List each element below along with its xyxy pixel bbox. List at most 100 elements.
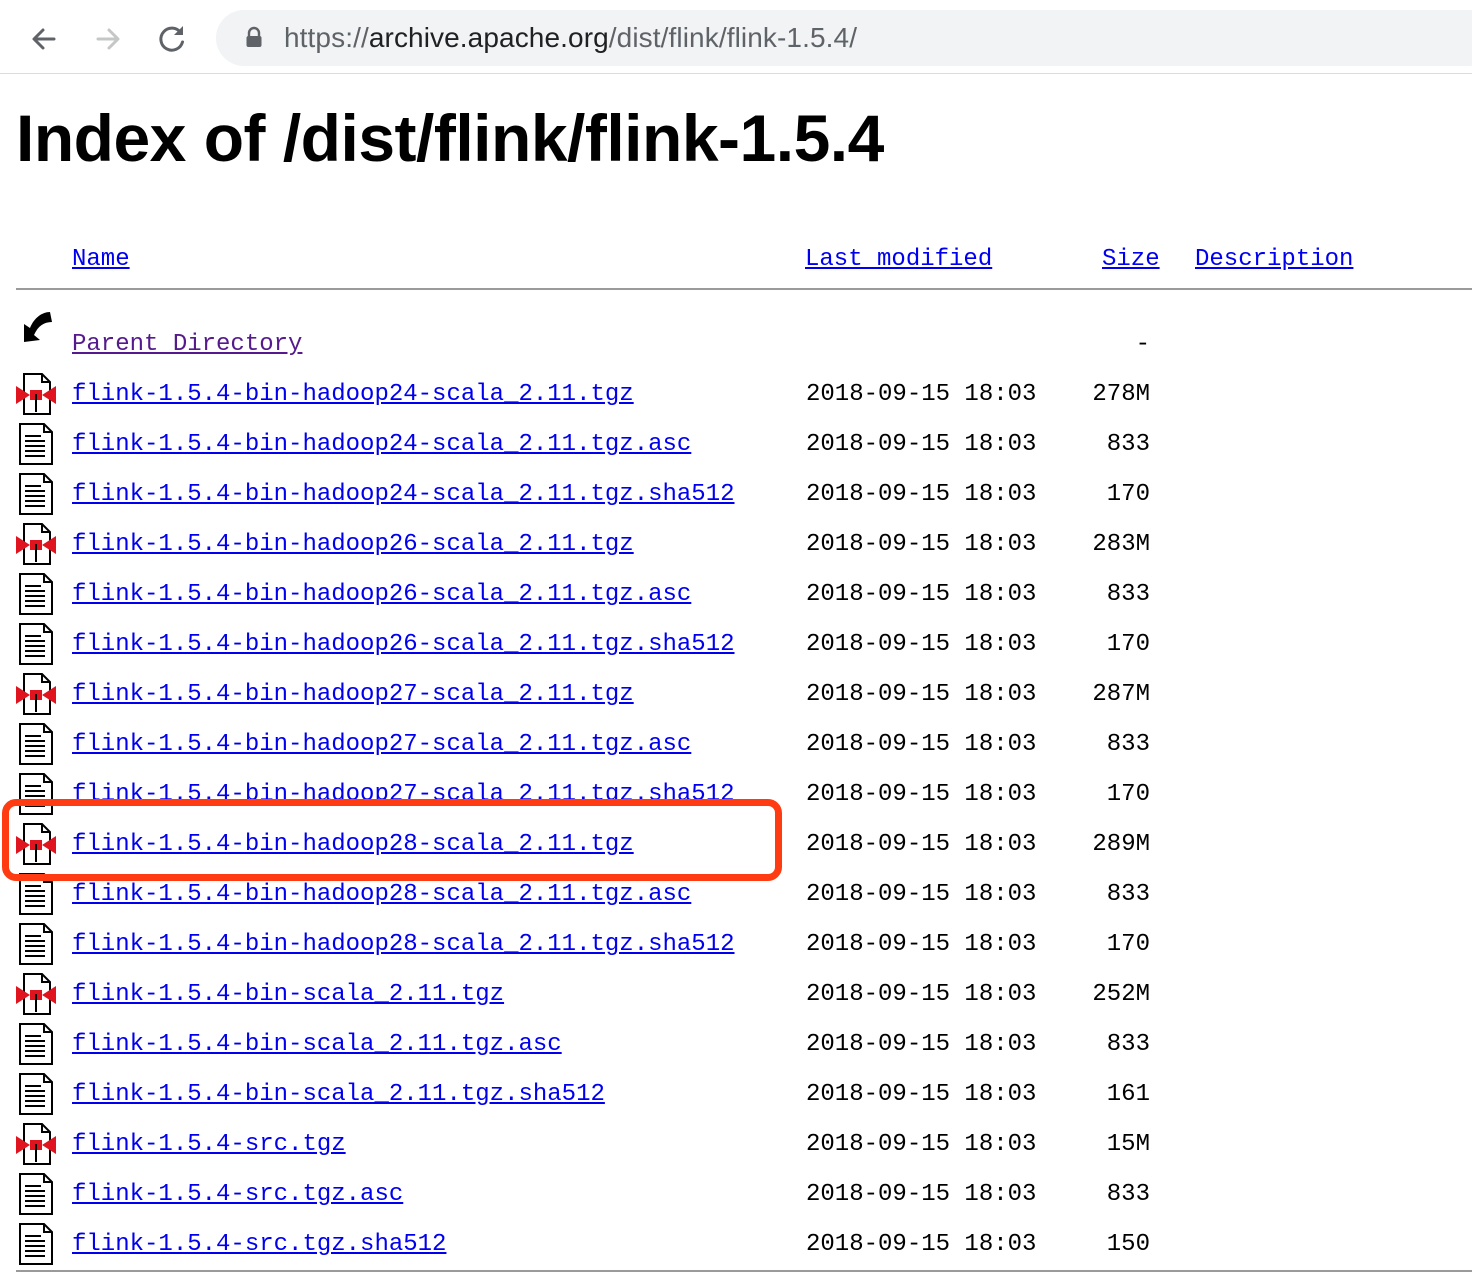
text-file-icon (16, 1172, 56, 1216)
file-row: flink-1.5.4-bin-hadoop24-scala_2.11.tgz.… (0, 468, 1472, 518)
parent-size: - (1135, 331, 1150, 358)
file-size: 283M (1092, 531, 1150, 558)
file-link[interactable]: flink-1.5.4-src.tgz.asc (72, 1179, 403, 1211)
file-link[interactable]: flink-1.5.4-bin-hadoop24-scala_2.11.tgz.… (72, 429, 691, 461)
file-row: flink-1.5.4-bin-scala_2.11.tgz.asc 2018-0… (0, 1018, 1472, 1068)
file-size: 170 (1106, 631, 1150, 658)
browser-toolbar: https://archive.apache.org/dist/flink/fl… (0, 0, 1472, 74)
text-file-icon (16, 922, 56, 966)
file-link[interactable]: flink-1.5.4-bin-hadoop28-scala_2.11.tgz.… (72, 929, 735, 961)
file-last-modified: 2018-09-15 18:03 (806, 1231, 1037, 1258)
back-button[interactable] (24, 19, 64, 59)
file-size: 833 (1106, 431, 1150, 458)
text-file-icon (16, 422, 56, 466)
page-title: Index of /dist/flink/flink-1.5.4 (16, 101, 884, 175)
file-row: flink-1.5.4-src.tgz.sha512 2018-09-15 18:… (0, 1218, 1472, 1268)
file-last-modified: 2018-09-15 18:03 (806, 581, 1037, 608)
file-last-modified: 2018-09-15 18:03 (806, 481, 1037, 508)
file-size: 15M (1106, 1131, 1150, 1158)
file-size: 170 (1106, 481, 1150, 508)
file-link[interactable]: flink-1.5.4-bin-hadoop26-scala_2.11.tgz (72, 529, 634, 561)
archive-icon (16, 972, 56, 1016)
file-last-modified: 2018-09-15 18:03 (806, 1181, 1037, 1208)
file-size: 170 (1106, 781, 1150, 808)
file-last-modified: 2018-09-15 18:03 (806, 1031, 1037, 1058)
file-last-modified: 2018-09-15 18:03 (806, 531, 1037, 558)
file-row: flink-1.5.4-bin-hadoop27-scala_2.11.tgz 2… (0, 668, 1472, 718)
file-last-modified: 2018-09-15 18:03 (806, 981, 1037, 1008)
file-last-modified: 2018-09-15 18:03 (806, 1131, 1037, 1158)
file-last-modified: 2018-09-15 18:03 (806, 631, 1037, 658)
forward-button[interactable] (88, 19, 128, 59)
file-last-modified: 2018-09-15 18:03 (806, 431, 1037, 458)
file-row: flink-1.5.4-bin-hadoop24-scala_2.11.tgz 2… (0, 368, 1472, 418)
file-row: flink-1.5.4-src.tgz.asc 2018-09-15 18:03 8… (0, 1168, 1472, 1218)
file-size: 833 (1106, 731, 1150, 758)
text-file-icon (16, 622, 56, 666)
lock-icon (246, 26, 262, 47)
file-link[interactable]: flink-1.5.4-bin-hadoop28-scala_2.11.tgz.… (72, 879, 691, 911)
file-link[interactable]: flink-1.5.4-bin-hadoop24-scala_2.11.tgz.… (72, 479, 735, 511)
file-link[interactable]: flink-1.5.4-bin-hadoop27-scala_2.11.tgz.… (72, 729, 691, 761)
file-link[interactable]: flink-1.5.4-bin-scala_2.11.tgz.sha512 (72, 1079, 605, 1111)
archive-icon (16, 672, 56, 716)
file-last-modified: 2018-09-15 18:03 (806, 781, 1037, 808)
url-scheme: https:// (284, 22, 369, 53)
url-host: archive.apache.org (368, 22, 609, 53)
file-link[interactable]: flink-1.5.4-bin-hadoop26-scala_2.11.tgz.… (72, 629, 735, 661)
file-row: flink-1.5.4-bin-hadoop24-scala_2.11.tgz.… (0, 418, 1472, 468)
file-last-modified: 2018-09-15 18:03 (806, 381, 1037, 408)
column-header-description[interactable]: Description (1195, 244, 1353, 276)
file-size: 833 (1106, 581, 1150, 608)
file-link[interactable]: flink-1.5.4-bin-hadoop26-scala_2.11.tgz.… (72, 579, 691, 611)
text-file-icon (16, 472, 56, 516)
file-size: 287M (1092, 681, 1150, 708)
file-size: 289M (1092, 831, 1150, 858)
text-file-icon (16, 722, 56, 766)
file-link[interactable]: flink-1.5.4-src.tgz (72, 1129, 346, 1161)
reload-icon (159, 26, 184, 52)
file-link[interactable]: flink-1.5.4-bin-hadoop27-scala_2.11.tgz (72, 679, 634, 711)
text-file-icon (16, 1022, 56, 1066)
text-file-icon (16, 1072, 56, 1116)
column-header-name[interactable]: Name (72, 244, 130, 276)
file-last-modified: 2018-09-15 18:03 (806, 831, 1037, 858)
address-bar[interactable]: https://archive.apache.org/dist/flink/fl… (216, 10, 1472, 66)
file-last-modified: 2018-09-15 18:03 (806, 1081, 1037, 1108)
parent-directory-link[interactable]: Parent Directory (72, 329, 302, 361)
archive-icon (16, 522, 56, 566)
file-row: flink-1.5.4-bin-hadoop26-scala_2.11.tgz.… (0, 618, 1472, 668)
text-file-icon (16, 1222, 56, 1266)
text-file-icon (16, 572, 56, 616)
file-row: flink-1.5.4-bin-scala_2.11.tgz.sha512 201… (0, 1068, 1472, 1118)
column-header-last-modified[interactable]: Last modified (805, 244, 992, 276)
file-link[interactable]: flink-1.5.4-bin-hadoop24-scala_2.11.tgz (72, 379, 634, 411)
file-link[interactable]: flink-1.5.4-bin-scala_2.11.tgz (72, 979, 504, 1011)
column-header-size[interactable]: Size (1102, 244, 1160, 276)
back-arrow-icon (32, 28, 56, 50)
reload-button[interactable] (152, 19, 192, 59)
header-divider (16, 288, 1472, 290)
file-last-modified: 2018-09-15 18:03 (806, 931, 1037, 958)
url-path: /dist/flink/flink-1.5.4/ (608, 22, 858, 53)
file-size: 833 (1106, 881, 1150, 908)
file-last-modified: 2018-09-15 18:03 (806, 681, 1037, 708)
file-row: flink-1.5.4-bin-hadoop26-scala_2.11.tgz 2… (0, 518, 1472, 568)
archive-icon (16, 372, 56, 416)
footer-divider (16, 1270, 1472, 1272)
file-row: flink-1.5.4-bin-hadoop26-scala_2.11.tgz.… (0, 568, 1472, 618)
file-row: flink-1.5.4-bin-hadoop27-scala_2.11.tgz.… (0, 718, 1472, 768)
file-row: flink-1.5.4-bin-scala_2.11.tgz 2018-09-15… (0, 968, 1472, 1018)
url-text: https://archive.apache.org/dist/flink/fl… (284, 23, 857, 53)
file-last-modified: 2018-09-15 18:03 (806, 881, 1037, 908)
file-size: 161 (1106, 1081, 1150, 1108)
highlight-annotation (2, 799, 782, 881)
parent-directory-row: Parent Directory - (0, 312, 1472, 368)
file-size: 150 (1106, 1231, 1150, 1258)
archive-icon (16, 1122, 56, 1166)
file-size: 833 (1106, 1031, 1150, 1058)
file-last-modified: 2018-09-15 18:03 (806, 731, 1037, 758)
file-link[interactable]: flink-1.5.4-bin-scala_2.11.tgz.asc (72, 1029, 562, 1061)
file-link[interactable]: flink-1.5.4-src.tgz.sha512 (72, 1229, 446, 1261)
file-row: flink-1.5.4-src.tgz 2018-09-15 18:03 15M (0, 1118, 1472, 1168)
